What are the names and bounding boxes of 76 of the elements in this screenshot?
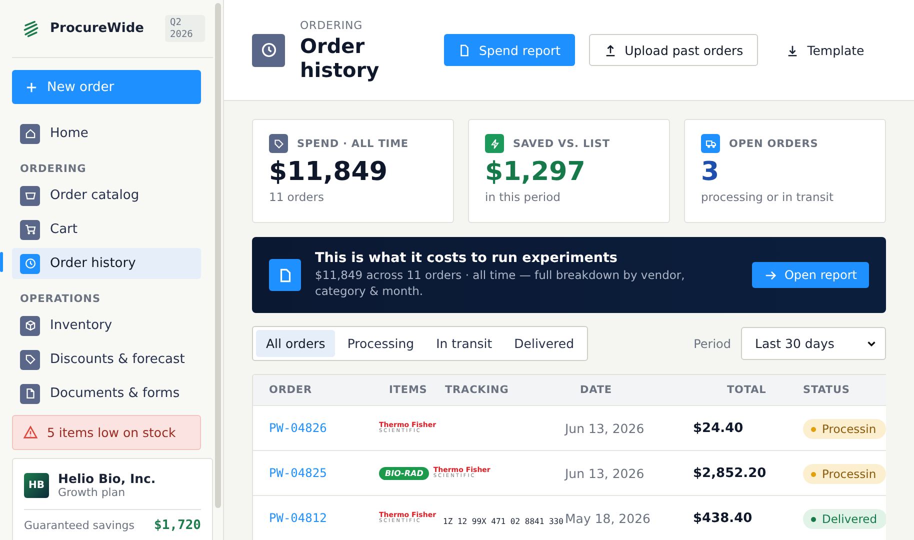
bolt-icon [485,134,504,153]
status-pill: Delivered [803,509,886,530]
scrollbar[interactable] [215,3,221,508]
order-date: Jun 13, 2026 [565,466,646,480]
stat-note: in this period [485,190,562,204]
banner-text: $11,849 across 11 orders · all time — full breakdown by vendor, category & month. [315,268,686,300]
filter-tab[interactable]: Delivered [504,330,584,357]
tag-icon [269,134,288,153]
status-pill: Processin [803,464,886,484]
column-header: TOTAL [726,384,768,396]
home-icon [20,124,40,144]
stat-label: OPEN ORDERS [729,138,818,150]
stat-note: processing or in transit [701,190,834,204]
period-badge: Q2 2026 [165,14,205,42]
savings-value: $1,720 [154,518,201,533]
upload-icon [604,44,617,56]
column-header: ORDER [269,384,313,396]
clock-icon [252,34,285,66]
order-date: Jun 13, 2026 [565,420,646,436]
stat-value: 3 [701,157,720,188]
arrow-icon [764,268,778,282]
brand-name: ProcureWide [50,21,145,36]
account-avatar: HB [24,472,49,498]
truck-icon [701,134,720,153]
filter-tab[interactable]: All orders [256,330,336,357]
column-header: ITEMS [388,384,428,396]
stat-label: SAVED VS. LIST [513,138,610,150]
status-pill: Processin [803,419,886,440]
stat-note: 11 orders [269,190,325,204]
order-total: $438.40 [693,510,754,526]
account-name: Helio Bio, Inc. [58,471,156,486]
low-stock-alert[interactable]: 5 items low on stock [12,415,201,450]
clock-icon [20,254,40,274]
column-header: STATUS [803,384,851,396]
filter-tab[interactable]: Processing [337,330,424,357]
vendor-logo: BIO-RAD [379,466,430,480]
section-heading: OPERATIONS [20,293,102,305]
banner-title: This is what it costs to run experiments [315,250,618,266]
nav-item[interactable]: Documents & forms [12,378,201,409]
cart-icon [20,220,40,240]
savings-label: Guaranteed savings [24,519,135,532]
stat-label: SPEND · ALL TIME [297,138,408,150]
alert-text: 5 items low on stock [47,425,176,440]
warning-icon [23,425,38,440]
nav-item[interactable]: Order history [12,248,201,279]
basket-icon [20,186,40,206]
stat-value: $11,849 [269,157,388,188]
section-heading: ORDERING [20,163,88,175]
nav-item[interactable]: Order catalog [12,180,201,211]
column-header: DATE [579,384,613,396]
column-header: TRACKING [444,384,510,396]
download-icon [786,44,800,56]
period-label: Period [694,336,731,350]
nav-item[interactable]: Inventory [12,310,201,341]
document-icon [458,44,471,56]
page-title: Order history [300,34,380,82]
order-date: May 18, 2026 [565,510,652,526]
doc-icon [20,384,40,404]
tracking-number: 1Z 12 99X 471 02 8841 330 [443,516,564,526]
document-icon [269,259,301,291]
logo-icon [22,20,40,38]
box-icon [20,316,40,336]
account-plan: Growth plan [58,486,126,499]
tag-icon [20,350,40,370]
period-select[interactable]: Last 30 days [741,327,886,360]
template-button[interactable]: Template [772,34,878,66]
eyebrow: ORDERING [300,18,364,32]
nav-item[interactable]: Discounts & forecast [12,344,201,375]
order-total: $2,852.20 [693,466,768,480]
upload-button[interactable]: Upload past orders [588,34,758,66]
nav-item[interactable]: Cart [12,214,201,245]
filter-tab[interactable]: In transit [426,330,502,357]
stat-value: $1,297 [485,157,586,188]
order-total: $24.40 [693,420,744,436]
plus-icon [26,82,37,92]
nav-item[interactable]: Home [12,118,201,149]
